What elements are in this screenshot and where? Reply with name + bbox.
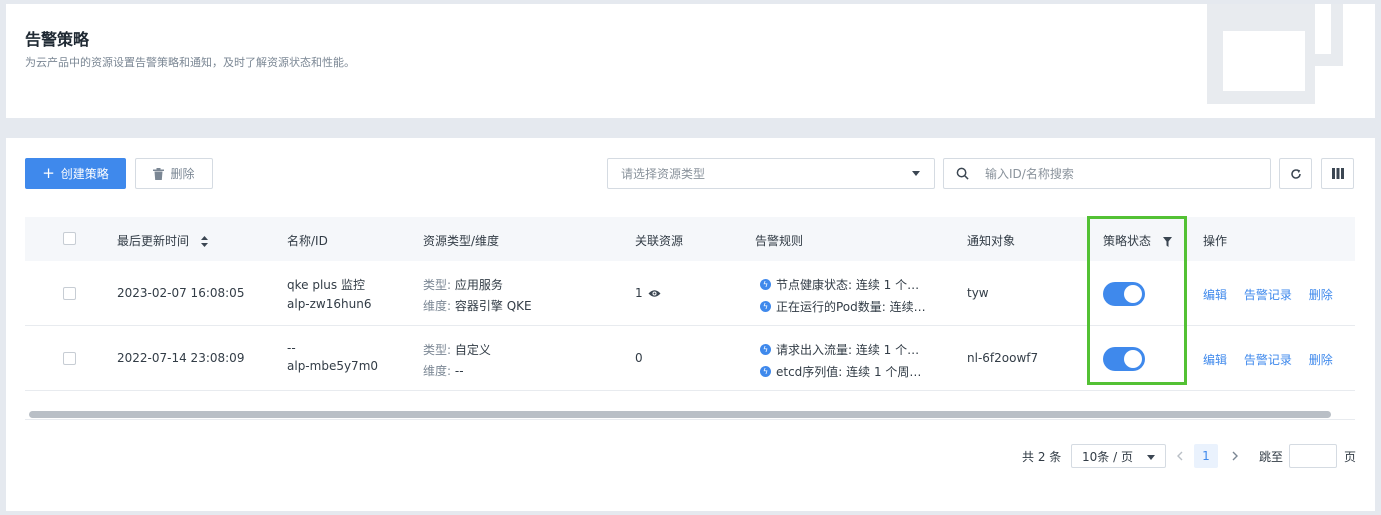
policy-list-card: + 创建策略 删除 请选择资源类型 输入ID/名称搜索 最后更新时间 名称/ID… [6,138,1375,511]
refresh-icon [1290,168,1301,179]
edit-link[interactable]: 编辑 [1203,288,1227,302]
row-id: alp-zw16hun6 [287,297,372,311]
trash-icon [153,167,165,180]
alert-history-link[interactable]: 告警记录 [1244,288,1292,302]
row-linked: 0 [635,351,643,365]
row-name-cell: qke plus 监控 alp-zw16hun6 [287,276,371,311]
page-size-select[interactable]: 10条 / 页 [1071,444,1166,468]
row-id: alp-mbe5y7m0 [287,359,379,373]
lightning-icon: ϟ [760,301,771,312]
edit-link[interactable]: 编辑 [1203,353,1227,367]
column-header-rules: 告警规则 [755,234,804,248]
row-name-cell: -- alp-mbe5y7m0 [287,341,378,373]
row-type-label: 类型: [423,278,452,292]
row-actions: 编辑 告警记录 删除 [1203,286,1333,303]
row-rules-cell: ϟ 请求出入流量: 连续 1 个… ϟ etcd序列值: 连续 1 个周… [760,341,921,380]
row-type-value: 自定义 [454,343,491,357]
horizontal-scrollbar[interactable] [25,408,1355,420]
column-header-linked: 关联资源 [635,234,684,248]
header-illustration-bar2 [1313,54,1343,66]
column-header-resource: 资源类型/维度 [423,234,500,248]
jump-page-input[interactable] [1289,444,1337,468]
delete-link[interactable]: 删除 [1309,353,1333,367]
jump-label: 跳至 [1259,449,1284,464]
page-header: 告警策略 为云产品中的资源设置告警策略和通知，及时了解资源状态和性能。 [6,4,1375,118]
row-notify: nl-6f2oowf7 [967,351,1039,365]
chevron-right-icon [1232,451,1238,461]
column-header-updated-label: 最后更新时间 [117,234,190,248]
delete-label: 删除 [170,167,195,181]
chevron-left-icon [1177,451,1183,461]
row-dim-label: 维度: [423,299,452,313]
select-all-checkbox[interactable] [63,232,76,245]
create-policy-button[interactable]: + 创建策略 [25,158,126,189]
pagination-total: 共 2 条 [1022,449,1062,464]
row-updated: 2023-02-07 16:08:05 [117,286,245,300]
page-number-current[interactable]: 1 [1194,444,1218,468]
row-rule-1: 节点健康状态: 连续 1 个… [776,278,920,292]
column-header-notify: 通知对象 [967,234,1016,248]
column-header-actions: 操作 [1203,234,1228,248]
column-header-name: 名称/ID [287,234,328,248]
lightning-icon: ϟ [760,366,771,377]
row-rule-1: 请求出入流量: 连续 1 个… [776,343,920,357]
next-page-button[interactable] [1229,444,1241,468]
chevron-down-icon [1147,455,1155,460]
sort-icon[interactable] [200,236,208,247]
row-linked: 1 [635,286,643,300]
column-header-updated[interactable]: 最后更新时间 [117,232,208,249]
row-checkbox[interactable] [63,287,76,300]
resource-type-select[interactable]: 请选择资源类型 [607,158,935,189]
delete-button[interactable]: 删除 [135,158,213,189]
row-rule-2: 正在运行的Pod数量: 连续… [776,300,926,314]
jump-suffix: 页 [1344,449,1357,464]
scrollbar-thumb[interactable] [29,411,1331,418]
page-title: 告警策略 [25,30,90,49]
row-actions: 编辑 告警记录 删除 [1203,351,1333,368]
row-dim-value: 容器引擎 QKE [454,299,532,313]
refresh-button[interactable] [1279,158,1312,189]
row-dim-label: 维度: [423,364,452,378]
row-name[interactable]: -- [287,341,378,355]
header-illustration-inner [1223,31,1305,91]
search-icon [956,167,969,180]
plus-icon: + [42,164,55,182]
row-type-value: 应用服务 [454,278,503,292]
row-resource-cell: 类型: 自定义 维度: -- [423,341,491,379]
delete-link[interactable]: 删除 [1309,288,1333,302]
row-rule-2: etcd序列值: 连续 1 个周… [776,365,922,379]
row-notify: tyw [967,286,989,300]
chevron-down-icon [912,171,920,176]
column-settings-button[interactable] [1321,158,1354,189]
create-policy-label: 创建策略 [60,167,109,181]
page-description: 为云产品中的资源设置告警策略和通知，及时了解资源状态和性能。 [25,56,355,69]
search-input[interactable] [985,166,1255,181]
row-resource-cell: 类型: 应用服务 维度: 容器引擎 QKE [423,276,532,314]
row-linked-cell: 1 [635,286,661,300]
lightning-icon: ϟ [760,279,771,290]
row-name[interactable]: qke plus 监控 [287,276,371,293]
row-type-label: 类型: [423,343,452,357]
row-dim-value: -- [454,364,464,378]
prev-page-button[interactable] [1174,444,1186,468]
lightning-icon: ϟ [760,344,771,355]
alert-history-link[interactable]: 告警记录 [1244,353,1292,367]
resource-type-placeholder: 请选择资源类型 [621,167,706,181]
row-checkbox[interactable] [63,352,76,365]
row-updated: 2022-07-14 23:08:09 [117,351,245,365]
eye-icon[interactable] [648,289,661,298]
columns-icon [1331,168,1344,179]
row-rules-cell: ϟ 节点健康状态: 连续 1 个… ϟ 正在运行的Pod数量: 连续… [760,276,926,315]
page-size-value: 10条 / 页 [1082,449,1133,464]
search-box [943,158,1271,189]
status-column-highlight [1087,216,1187,385]
